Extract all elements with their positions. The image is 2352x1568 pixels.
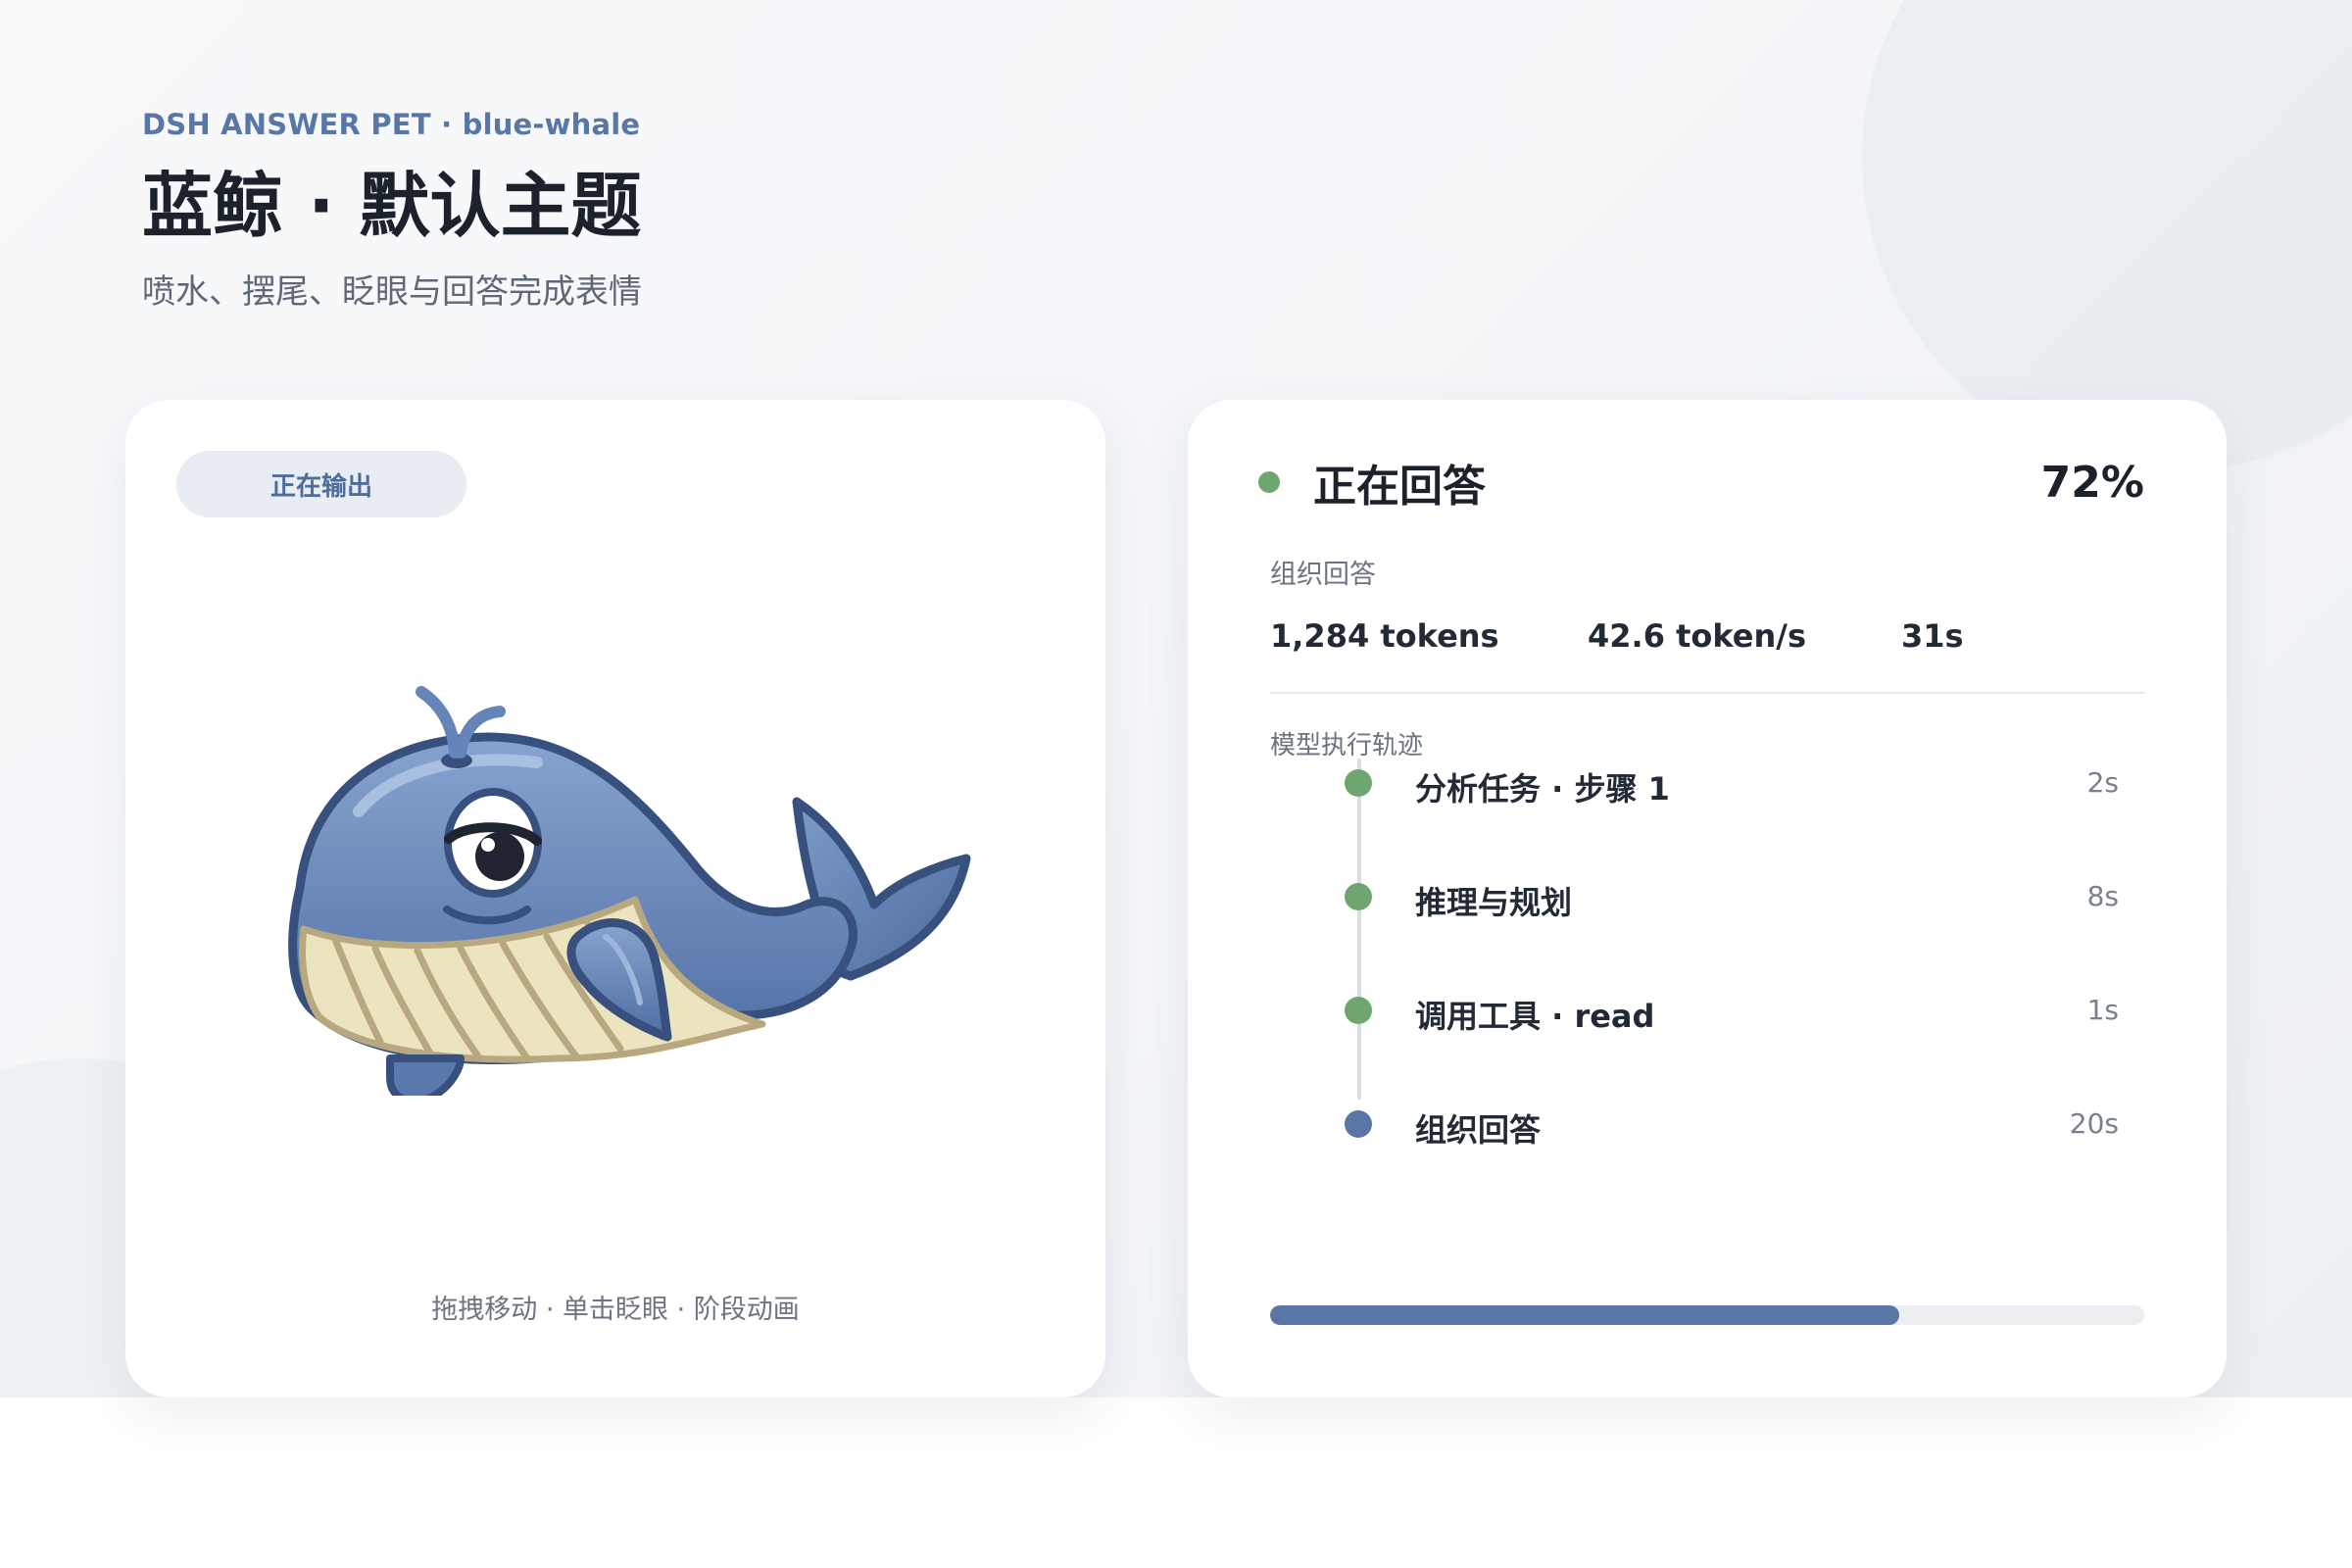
token-speed: 42.6 token/s — [1588, 617, 1807, 655]
blue-whale-icon[interactable] — [243, 606, 988, 1096]
step-label: 推理与规划 — [1415, 884, 1573, 921]
step-duration: 8s — [2086, 880, 2119, 912]
answer-progress-fill — [1270, 1305, 1900, 1325]
page-header: DSH ANSWER PET · blue-whale 蓝鲸 · 默认主题 喷水… — [142, 108, 642, 313]
step-duration: 2s — [2086, 766, 2119, 799]
step-label: 组织回答 — [1415, 1111, 1542, 1149]
step-label: 分析任务 · 步骤 1 — [1415, 770, 1670, 808]
status-title: 正在回答 — [1313, 462, 1486, 512]
progress-percent: 72% — [2040, 457, 2144, 508]
step-label: 调用工具 · read — [1415, 998, 1655, 1035]
answer-progress-bar — [1270, 1305, 2144, 1325]
step-duration: 1s — [2086, 994, 2119, 1026]
trace-step: 调用工具 · read 1s — [1345, 986, 2119, 1035]
step-done-dot — [1345, 997, 1372, 1024]
token-count: 1,284 tokens — [1270, 617, 1499, 655]
step-active-dot — [1345, 1110, 1372, 1138]
elapsed-time: 31s — [1901, 617, 1964, 655]
step-done-dot — [1345, 883, 1372, 910]
timeline-line — [1357, 759, 1361, 1100]
status-header: 正在回答 72% — [1258, 443, 2144, 521]
page-kicker: DSH ANSWER PET · blue-whale — [142, 108, 641, 141]
answer-status-card: 正在回答 72% 组织回答 1,284 tokens 42.6 token/s … — [1188, 400, 2227, 1397]
trace-step: 分析任务 · 步骤 1 2s — [1345, 759, 2119, 808]
pet-interaction-hint: 拖拽移动 · 单击眨眼 · 阶段动画 — [431, 1295, 800, 1325]
step-done-dot — [1345, 769, 1372, 797]
status-indicator-dot — [1258, 471, 1280, 493]
page-subtitle: 喷水、摆尾、眨眼与回答完成表情 — [142, 272, 642, 312]
trace-step: 组织回答 20s — [1345, 1100, 2119, 1149]
output-status-chip: 正在输出 — [176, 451, 466, 517]
current-stage-label: 组织回答 — [1270, 560, 1376, 590]
divider — [1270, 692, 2144, 694]
trace-step: 推理与规划 8s — [1345, 872, 2119, 921]
pet-card: 正在输出 拖拽移动 · 单击眨眼 · 阶段动画 — [125, 400, 1105, 1397]
page-title: 蓝鲸 · 默认主题 — [142, 165, 642, 247]
trace-label: 模型执行轨迹 — [1270, 731, 1424, 760]
step-duration: 20s — [2069, 1107, 2119, 1140]
